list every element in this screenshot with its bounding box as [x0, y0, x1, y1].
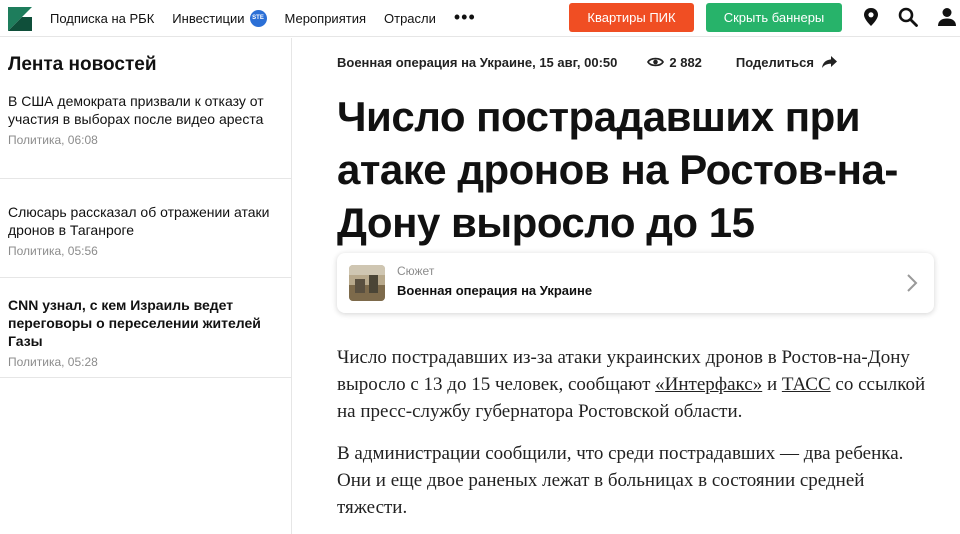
- nav-item-subscription[interactable]: Подписка на РБК: [50, 11, 154, 26]
- news-feed: Лента новостей В США демократа призвали …: [0, 38, 292, 534]
- more-menu-icon[interactable]: •••: [454, 8, 476, 26]
- news-item-meta: Политика, 05:56: [8, 244, 98, 258]
- article-headline: Число пострадавших при атаке дронов на Р…: [337, 93, 898, 246]
- news-item-title: Слюсарь рассказал об отражении атаки дро…: [8, 204, 270, 238]
- interfax-link[interactable]: «Интерфакс»: [655, 374, 762, 395]
- location-pin-icon[interactable]: [860, 6, 882, 28]
- share-button[interactable]: Поделиться: [736, 55, 838, 70]
- ste-badge-icon: STE: [249, 10, 267, 27]
- article-paragraph: Число пострадавших из-за атаки украински…: [337, 347, 926, 422]
- nav-item-events[interactable]: Мероприятия: [285, 11, 367, 26]
- story-thumbnail: [349, 265, 385, 301]
- news-item-title: В США демократа призвали к отказу от уча…: [8, 93, 264, 127]
- rbc-logo-icon[interactable]: [8, 7, 32, 31]
- article-paragraph: В администрации сообщили, что среди пост…: [337, 443, 904, 518]
- story-name: Военная операция на Украине: [397, 283, 593, 298]
- news-feed-item[interactable]: CNN узнал, с кем Израиль ведет переговор…: [0, 296, 291, 378]
- article-rubric-date[interactable]: Военная операция на Украине, 15 авг, 00:…: [337, 55, 617, 70]
- nav-item-investments[interactable]: Инвестиции STE: [172, 10, 267, 27]
- top-bar: Подписка на РБК Инвестиции STE Мероприяти…: [0, 0, 960, 37]
- story-label: Сюжет: [397, 264, 435, 278]
- news-item-meta: Политика, 06:08: [8, 133, 98, 147]
- views-counter: 2 882: [647, 55, 702, 70]
- views-count: 2 882: [669, 54, 702, 70]
- share-arrow-icon: [821, 56, 837, 68]
- news-item-title: CNN узнал, с кем Израиль ведет переговор…: [8, 297, 261, 349]
- share-label: Поделиться: [735, 54, 814, 70]
- search-icon[interactable]: [897, 6, 919, 28]
- chevron-right-icon: [907, 274, 918, 292]
- story-card[interactable]: Сюжет Военная операция на Украине: [337, 253, 934, 313]
- news-feed-item[interactable]: В США демократа призвали к отказу от уча…: [0, 92, 291, 179]
- pik-apartments-button[interactable]: Квартиры ПИК: [569, 3, 694, 32]
- user-account-icon[interactable]: [936, 6, 958, 28]
- nav-item-industries[interactable]: Отрасли: [384, 11, 436, 26]
- news-feed-item[interactable]: Слюсарь рассказал об отражении атаки дро…: [0, 203, 291, 278]
- article-meta: Военная операция на Украине, 15 авг, 00:…: [337, 52, 897, 72]
- main-nav: Подписка на РБК Инвестиции STE Мероприяти…: [50, 0, 494, 37]
- hide-banners-button[interactable]: Скрыть баннеры: [706, 3, 842, 32]
- news-item-meta: Политика, 05:28: [8, 355, 98, 369]
- eye-icon: [647, 57, 665, 67]
- tass-link[interactable]: ТАСС: [782, 374, 831, 395]
- news-feed-title: Лента новостей: [8, 54, 157, 75]
